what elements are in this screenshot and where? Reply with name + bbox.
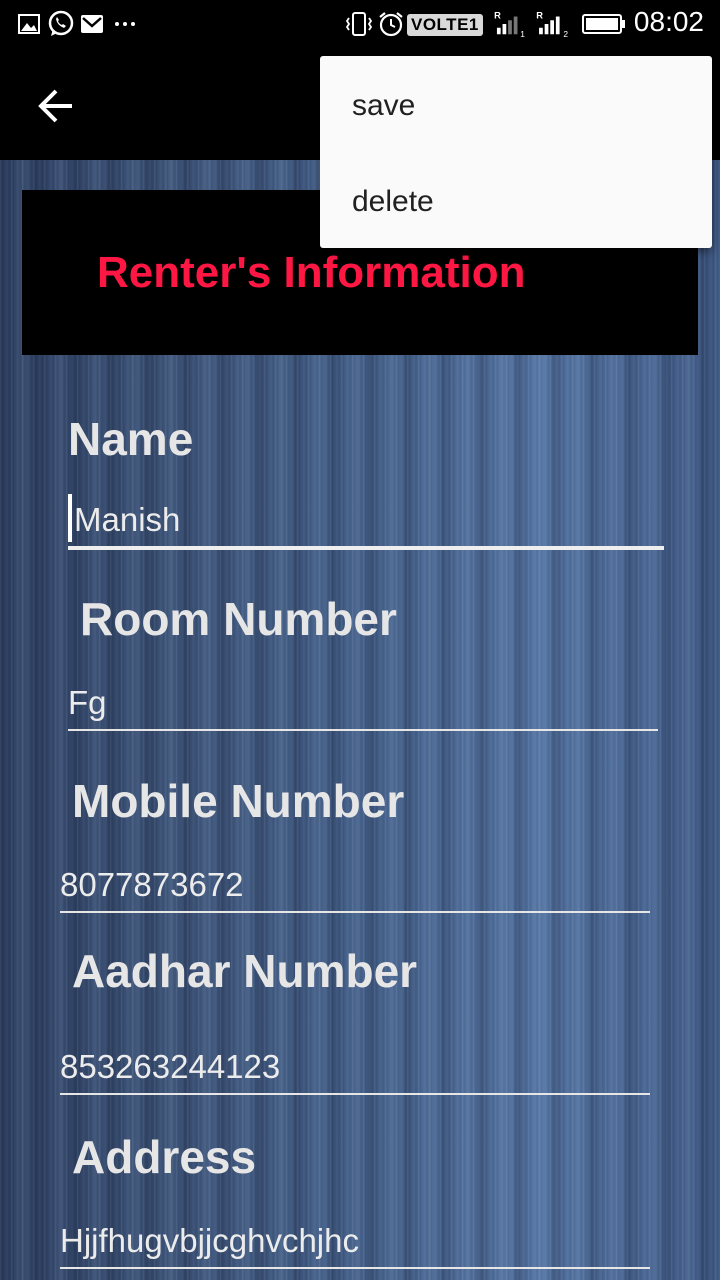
menu-item-delete-label: delete: [352, 185, 434, 218]
signal-sim2-icon: R 2: [536, 10, 568, 38]
volte-badge: VOLTE1: [407, 14, 483, 36]
menu-item-save-label: save: [352, 89, 416, 122]
aadhar-number-input[interactable]: [60, 1041, 650, 1095]
vibrate-icon: [345, 12, 373, 36]
svg-text:1: 1: [520, 29, 525, 38]
name-input[interactable]: [68, 494, 664, 550]
svg-text:2: 2: [563, 29, 568, 38]
arrow-back-icon: [38, 89, 72, 123]
svg-text:R: R: [494, 10, 501, 20]
address-input[interactable]: [60, 1215, 650, 1269]
status-time: 08:02: [633, 6, 704, 37]
more-dots-icon: [115, 22, 135, 26]
mobile-number-label: Mobile Number: [72, 775, 405, 827]
room-number-label: Room Number: [80, 593, 397, 645]
text-cursor: [68, 494, 72, 542]
name-label: Name: [68, 413, 194, 465]
battery-icon: [582, 14, 625, 34]
mobile-number-input[interactable]: [60, 859, 650, 913]
signal-sim1-icon: R 1: [494, 10, 525, 38]
whatsapp-icon: [48, 10, 74, 36]
aadhar-number-label: Aadhar Number: [72, 945, 418, 997]
overflow-menu: save delete: [320, 56, 712, 248]
app-screen: VOLTE1 R 1 R 2 08:02 Renter's Informatio…: [0, 0, 720, 1280]
page-title: Renter's Information: [97, 248, 526, 297]
gallery-icon: [18, 14, 40, 34]
menu-item-save[interactable]: save: [320, 58, 712, 154]
room-number-input[interactable]: [68, 677, 658, 731]
menu-item-delete[interactable]: delete: [320, 154, 712, 250]
alarm-icon: [379, 12, 403, 37]
status-bar: VOLTE1 R 1 R 2 08:02: [0, 0, 720, 48]
gmail-icon: [81, 15, 103, 33]
address-label: Address: [72, 1131, 257, 1183]
svg-text:R: R: [536, 10, 543, 20]
back-button[interactable]: [28, 78, 84, 134]
